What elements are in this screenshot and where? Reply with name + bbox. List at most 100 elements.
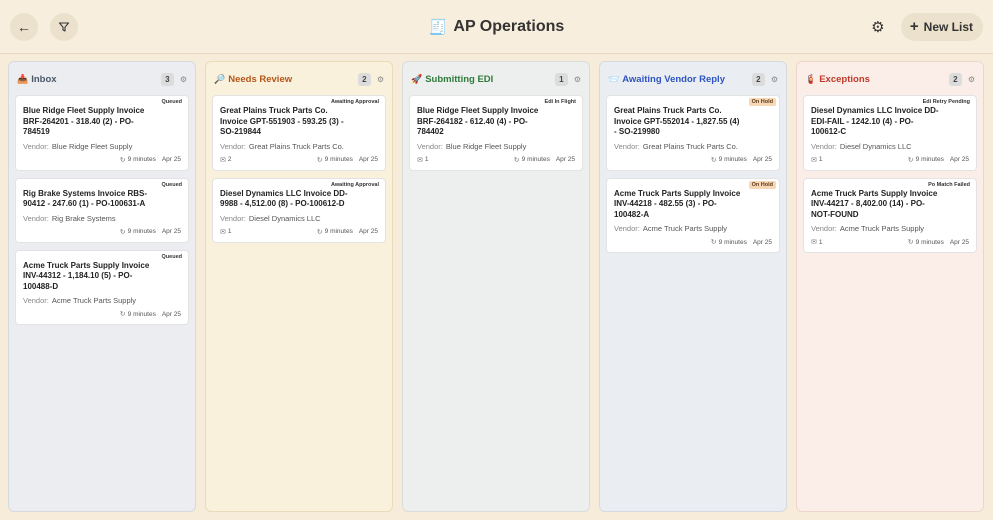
column-title: Inbox: [31, 73, 57, 85]
card-vendor: Vendor: Great Plains Truck Parts Co.: [220, 142, 378, 151]
column-settings-icon[interactable]: ⚙: [377, 75, 384, 84]
card-time: 9 minutes: [127, 156, 156, 163]
plus-icon: +: [909, 18, 919, 35]
card-date: Apr 25: [752, 156, 772, 163]
invoice-card[interactable]: On Hold Acme Truck Parts Supply Invoice …: [606, 177, 780, 253]
column-inbox: 📥 Inbox 3 ⚙ Queued Blue Ridge Fleet Supp…: [8, 61, 196, 512]
page-title: 🧾 AP Operations: [0, 0, 993, 54]
card-title: Great Plains Truck Parts Co. Invoice GPT…: [614, 106, 740, 136]
status-badge: Queued: [161, 181, 182, 188]
card-time: 9 minutes: [718, 238, 747, 246]
column-settings-icon[interactable]: ⚙: [180, 75, 187, 84]
card-time: 9 minutes: [521, 156, 550, 163]
column-submitting-edi: 🚀 Submitting EDI 1 ⚙ Edi In Flight Blue …: [402, 61, 590, 512]
refresh-icon: ↻: [513, 156, 520, 164]
refresh-icon: ↻: [316, 156, 323, 164]
status-badge: Po Match Failed: [928, 181, 970, 188]
vendor-label: Vendor:: [23, 296, 49, 305]
inbox-icon: 📥: [17, 73, 29, 84]
back-button[interactable]: ←: [10, 12, 38, 41]
invoice-card[interactable]: Queued Rig Brake Systems Invoice RBS-904…: [15, 177, 189, 243]
card-date: Apr 25: [161, 228, 181, 235]
card-time: 9 minutes: [718, 156, 747, 163]
vendor-name: Diesel Dynamics LLC: [248, 213, 321, 223]
status-badge: Awaiting Approval: [331, 99, 379, 105]
vendor-name: Diesel Dynamics LLC: [839, 141, 912, 151]
status-badge: On Hold: [748, 180, 776, 189]
vendor-label: Vendor:: [220, 141, 246, 151]
card-title: Acme Truck Parts Supply Invoice INV-4421…: [811, 188, 938, 219]
invoice-card[interactable]: Edi Retry Pending Diesel Dynamics LLC In…: [803, 95, 977, 171]
vendor-label: Vendor:: [614, 141, 640, 151]
card-date: Apr 25: [358, 156, 378, 163]
card-date: Apr 25: [555, 156, 575, 163]
column-count: 3: [160, 72, 174, 86]
attachment-icon: ✉: [417, 156, 423, 164]
column-count: 2: [751, 72, 765, 86]
column-title: Submitting EDI: [425, 73, 494, 85]
column-exceptions: 🧯 Exceptions 2 ⚙ Edi Retry Pending Diese…: [796, 61, 984, 512]
column-settings-icon[interactable]: ⚙: [574, 75, 581, 84]
status-badge: Edi In Flight: [544, 99, 576, 105]
invoice-card[interactable]: Edi In Flight Blue Ridge Fleet Supply In…: [409, 95, 583, 171]
invoice-card[interactable]: Queued Acme Truck Parts Supply Invoice I…: [15, 249, 189, 325]
new-list-button[interactable]: + New List: [900, 12, 983, 41]
invoice-card[interactable]: Po Match Failed Acme Truck Parts Supply …: [803, 177, 977, 253]
refresh-icon: ↻: [710, 156, 717, 164]
new-list-label: New List: [923, 19, 973, 34]
card-vendor: Vendor: Diesel Dynamics LLC: [811, 142, 969, 151]
vendor-name: Great Plains Truck Parts Co.: [642, 141, 738, 151]
vendor-name: Acme Truck Parts Supply: [51, 296, 137, 305]
status-badge: Queued: [161, 253, 182, 260]
card-time: 9 minutes: [915, 238, 944, 246]
column-awaiting-vendor-reply: 📨 Awaiting Vendor Reply 2 ⚙ On Hold Grea…: [599, 61, 787, 512]
vendor-label: Vendor:: [417, 141, 443, 151]
invoice-card[interactable]: Queued Blue Ridge Fleet Supply Invoice B…: [15, 95, 189, 171]
attachment-icon: ✉: [220, 228, 226, 236]
attachment-count: 2: [227, 156, 232, 163]
filter-icon: [58, 21, 70, 32]
card-title: Blue Ridge Fleet Supply Invoice BRF-2641…: [417, 106, 539, 136]
top-bar: ← 🧾 AP Operations ⚙ + New List: [0, 0, 993, 54]
card-date: Apr 25: [949, 238, 969, 246]
card-vendor: Vendor: Acme Truck Parts Supply: [614, 224, 772, 233]
invoice-card[interactable]: On Hold Great Plains Truck Parts Co. Inv…: [606, 95, 780, 171]
refresh-icon: ↻: [119, 311, 126, 318]
card-vendor: Vendor: Blue Ridge Fleet Supply: [417, 142, 575, 151]
settings-button[interactable]: ⚙: [867, 18, 889, 36]
card-vendor: Vendor: Rig Brake Systems: [23, 214, 181, 223]
rocket-icon: 🚀: [411, 73, 423, 84]
column-settings-icon[interactable]: ⚙: [968, 75, 975, 84]
envelope-icon: 📨: [608, 73, 620, 84]
magnifier-icon: 🔎: [214, 73, 226, 84]
invoice-card[interactable]: Awaiting Approval Great Plains Truck Par…: [212, 95, 386, 171]
card-date: Apr 25: [949, 156, 969, 163]
card-date: Apr 25: [358, 228, 378, 235]
card-time: 9 minutes: [127, 228, 156, 235]
vendor-label: Vendor:: [811, 141, 837, 151]
card-title: Acme Truck Parts Supply Invoice INV-4421…: [614, 188, 741, 219]
column-settings-icon[interactable]: ⚙: [771, 75, 778, 84]
column-title: Needs Review: [228, 73, 293, 85]
vendor-name: Acme Truck Parts Supply: [839, 224, 925, 233]
vendor-label: Vendor:: [23, 141, 49, 151]
vendor-name: Great Plains Truck Parts Co.: [248, 141, 344, 151]
card-title: Blue Ridge Fleet Supply Invoice BRF-2642…: [23, 106, 145, 136]
refresh-icon: ↻: [119, 228, 126, 236]
arrow-left-icon: ←: [17, 18, 31, 35]
filter-button[interactable]: [50, 12, 78, 41]
card-vendor: Vendor: Diesel Dynamics LLC: [220, 214, 378, 223]
card-vendor: Vendor: Blue Ridge Fleet Supply: [23, 142, 181, 151]
refresh-icon: ↻: [316, 228, 323, 236]
column-count: 2: [948, 72, 962, 86]
attachment-count: 1: [818, 156, 823, 163]
card-vendor: Vendor: Great Plains Truck Parts Co.: [614, 142, 772, 151]
column-header: 🔎 Needs Review 2 ⚙: [212, 68, 386, 90]
receipt-icon: 🧾: [428, 19, 448, 36]
invoice-card[interactable]: Awaiting Approval Diesel Dynamics LLC In…: [212, 177, 386, 243]
kanban-board: 📥 Inbox 3 ⚙ Queued Blue Ridge Fleet Supp…: [8, 61, 984, 512]
card-date: Apr 25: [752, 238, 772, 246]
vendor-name: Rig Brake Systems: [51, 213, 116, 223]
gear-icon: ⚙: [871, 18, 885, 36]
column-count: 2: [357, 72, 371, 86]
